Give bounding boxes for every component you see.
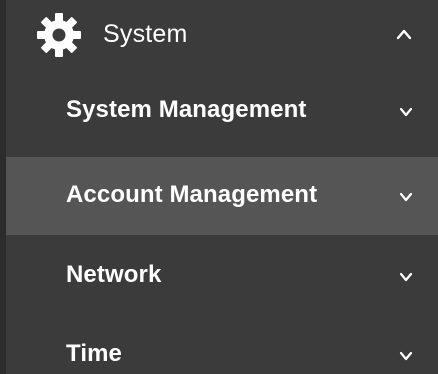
nav-item-system-management[interactable]: System Management xyxy=(6,72,438,150)
section-title: System xyxy=(103,20,188,48)
chevron-down-icon[interactable] xyxy=(399,272,413,282)
nav-item-label: System Management xyxy=(66,96,307,123)
nav-item-label: Time xyxy=(66,340,122,367)
sidebar-nav: System System Management Account Managem… xyxy=(0,0,438,374)
nav-item-label: Account Management xyxy=(66,181,318,208)
chevron-down-icon[interactable] xyxy=(399,107,413,117)
nav-item-label: Network xyxy=(66,261,162,288)
nav-item-account-management[interactable]: Account Management xyxy=(6,157,438,235)
chevron-up-icon[interactable] xyxy=(396,28,412,40)
chevron-down-icon[interactable] xyxy=(399,192,413,202)
chevron-down-icon[interactable] xyxy=(399,351,413,361)
nav-item-time[interactable]: Time xyxy=(6,318,438,374)
system-section-header[interactable]: System xyxy=(6,0,438,72)
gear-icon xyxy=(37,13,81,57)
nav-item-network[interactable]: Network xyxy=(6,239,438,317)
